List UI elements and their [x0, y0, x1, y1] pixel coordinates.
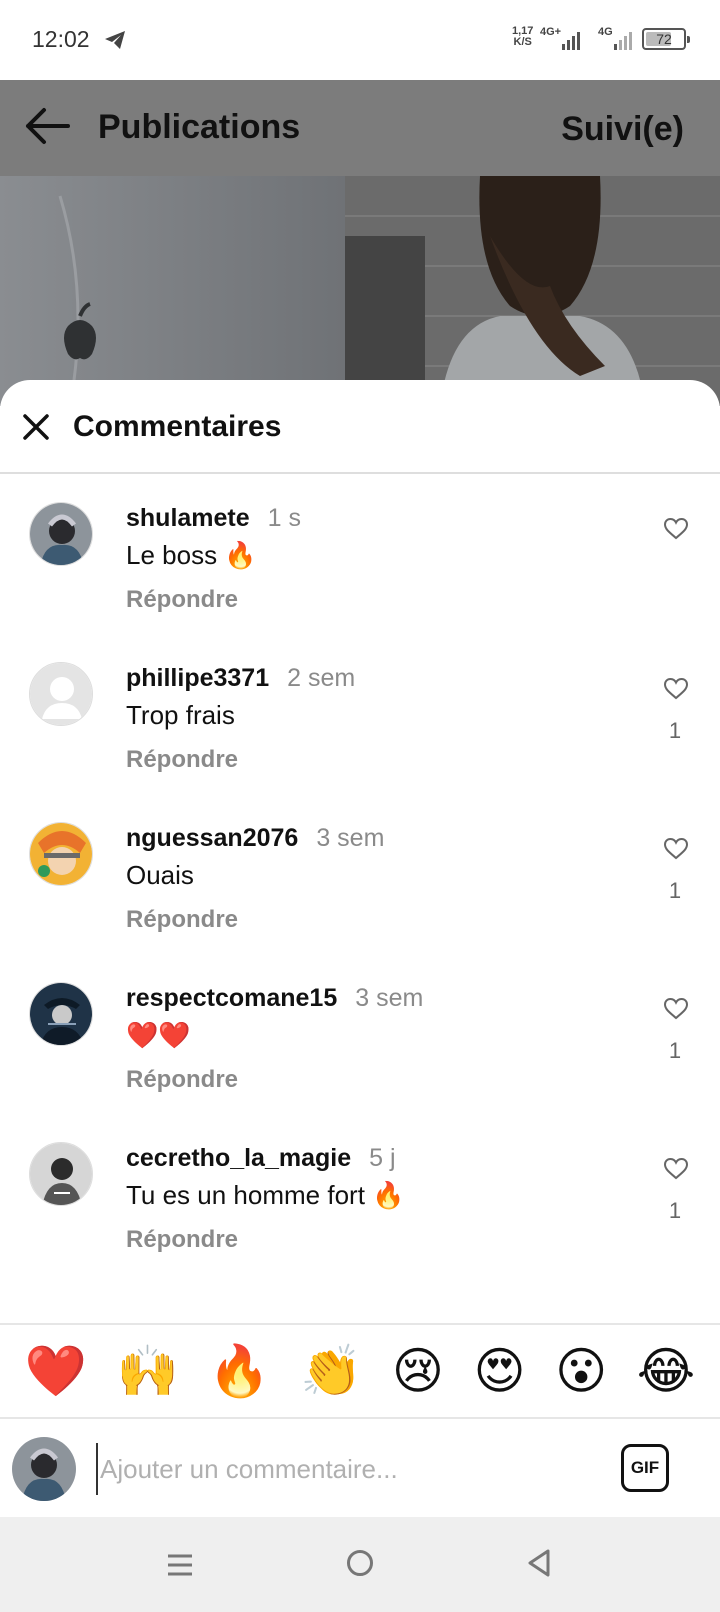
like-count: 1 [668, 718, 682, 743]
comment-time: 1 s [267, 504, 302, 532]
comment-time: 3 sem [316, 824, 385, 852]
heart-icon[interactable] [663, 1157, 689, 1185]
comment-time: 3 sem [355, 984, 424, 1012]
comment-input-bar: GIF [0, 1419, 720, 1517]
reply-button[interactable]: Répondre [126, 586, 238, 614]
home-icon[interactable] [346, 1549, 374, 1582]
comment-time: 2 sem [287, 664, 356, 692]
network-speed: 1,17 K/S [512, 26, 533, 48]
avatar[interactable] [29, 822, 93, 886]
menu-icon[interactable] [166, 1553, 194, 1582]
comment-header: phillipe3371 2 sem [126, 664, 355, 693]
laptop-graphic [0, 176, 345, 406]
comment-text: Ouais [126, 860, 194, 890]
comment-username[interactable]: cecretho_la_magie [126, 1144, 351, 1172]
avatar [12, 1437, 76, 1501]
gif-button[interactable]: GIF [621, 1444, 669, 1492]
heart-icon[interactable] [663, 517, 689, 545]
post-photo [0, 176, 720, 406]
reply-button[interactable]: Répondre [126, 906, 238, 934]
comment-username[interactable]: shulamete [126, 504, 250, 532]
reply-button[interactable]: Répondre [126, 746, 238, 774]
avatar[interactable] [29, 1142, 93, 1206]
comment-item: respectcomane15 3 sem ❤️❤️ Répondre 1 [0, 970, 720, 1130]
comment-header: nguessan2076 3 sem [126, 824, 384, 853]
like-count: 1 [668, 1038, 682, 1063]
comment-item: cecretho_la_magie 5 j Tu es un homme fort… [0, 1130, 720, 1290]
signal-label: 4G [598, 26, 613, 38]
status-time: 12:02 [32, 26, 90, 52]
emoji-bar: ❤️ 🙌 🔥 👏 😢 😍 😮 😂 [0, 1323, 720, 1419]
avatar[interactable] [29, 982, 93, 1046]
net-speed-unit: K/S [513, 36, 532, 48]
heart-icon[interactable] [663, 837, 689, 865]
reply-button[interactable]: Répondre [126, 1066, 238, 1094]
comment-text: ❤️❤️ [126, 1020, 191, 1050]
person-graphic [430, 176, 650, 406]
status-bar: 12:02 1,17 K/S 4G+ 4G 72 [0, 0, 720, 80]
emoji-laughing[interactable]: 😂 [637, 1343, 695, 1399]
emoji-surprised[interactable]: 😮 [555, 1343, 607, 1399]
avatar[interactable] [29, 662, 93, 726]
follow-button[interactable]: Suivi(e) [561, 110, 684, 149]
signal-label: 4G+ [540, 26, 562, 38]
emoji-sad[interactable]: 😢 [392, 1343, 444, 1399]
emoji-fire[interactable]: 🔥 [208, 1343, 270, 1399]
comment-text: Le boss 🔥 [126, 540, 257, 570]
comment-username[interactable]: nguessan2076 [126, 824, 298, 852]
back-arrow-icon[interactable] [24, 106, 70, 151]
battery-icon: 72 [642, 28, 690, 50]
battery-level: 72 [656, 31, 672, 47]
like-count: 1 [668, 878, 682, 903]
like-count: 1 [668, 1198, 682, 1223]
comment-username[interactable]: phillipe3371 [126, 664, 269, 692]
telegram-icon [104, 30, 126, 55]
comment-text: Trop frais [126, 700, 235, 730]
comment-text: Tu es un homme fort 🔥 [126, 1180, 405, 1210]
back-icon[interactable] [526, 1548, 552, 1583]
comment-item: phillipe3371 2 sem Trop frais Répondre 1 [0, 650, 720, 810]
comment-header: respectcomane15 3 sem [126, 984, 423, 1013]
emoji-raised-hands[interactable]: 🙌 [117, 1343, 179, 1399]
sheet-header: Commentaires [0, 380, 720, 474]
reply-button[interactable]: Répondre [126, 1226, 238, 1254]
navigation-bar [0, 1517, 720, 1612]
comment-time: 5 j [369, 1144, 396, 1172]
avatar[interactable] [29, 502, 93, 566]
page-title: Publications [98, 108, 301, 146]
close-icon[interactable] [22, 413, 50, 446]
heart-icon[interactable] [663, 997, 689, 1025]
comment-input[interactable] [96, 1443, 596, 1495]
sheet-title: Commentaires [73, 410, 282, 443]
comment-item: shulamete 1 s Le boss 🔥 Répondre [0, 490, 720, 650]
comment-header: shulamete 1 s [126, 504, 301, 533]
comment-username[interactable]: respectcomane15 [126, 984, 337, 1012]
comment-header: cecretho_la_magie 5 j [126, 1144, 396, 1173]
emoji-clap[interactable]: 👏 [300, 1343, 362, 1399]
top-header: Publications Suivi(e) [0, 80, 720, 176]
emoji-heart[interactable]: ❤️ [25, 1343, 87, 1399]
comment-item: nguessan2076 3 sem Ouais Répondre 1 [0, 810, 720, 970]
emoji-heart-eyes[interactable]: 😍 [474, 1343, 526, 1399]
heart-icon[interactable] [663, 677, 689, 705]
